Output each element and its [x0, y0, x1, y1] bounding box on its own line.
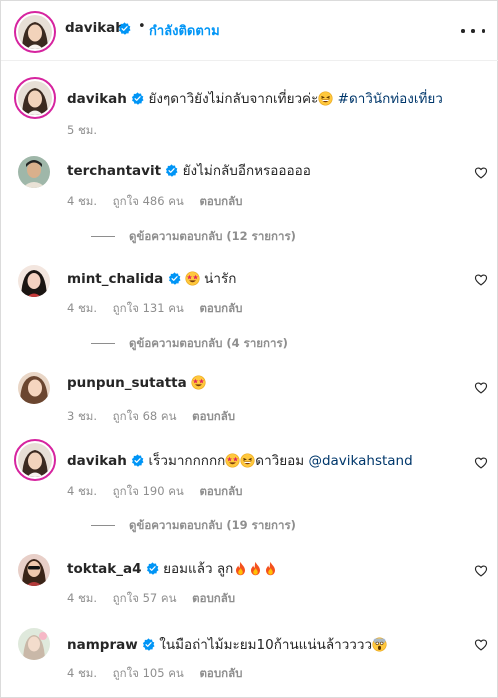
grinning-emoji-icon — [240, 453, 255, 468]
profile-photo-icon — [18, 372, 50, 404]
verified-badge-icon — [118, 22, 131, 35]
comment-text: ในมือถ่าไม้มะยม10ก้านแน่นล้าวววว — [159, 637, 373, 653]
comment-meta: 4 ชม. ถูกใจ 105 คน ตอบกลับ — [67, 665, 242, 683]
profile-photo-icon — [18, 628, 50, 660]
reply-button[interactable]: ตอบกลับ — [199, 484, 242, 498]
profile-photo-icon — [18, 156, 50, 188]
comment-line: nampraw ในมือถ่าไม้มะยม10ก้านแน่นล้าวววว — [67, 633, 387, 655]
caption-hashtag[interactable]: #ดาวินักท่องเที่ยว — [338, 91, 443, 107]
verified-badge-icon — [146, 562, 159, 575]
heart-icon[interactable] — [474, 381, 488, 395]
avatar[interactable] — [14, 11, 56, 53]
reply-button[interactable]: ตอบกลับ — [192, 591, 235, 605]
comment-likes[interactable]: ถูกใจ 190 คน — [113, 484, 184, 498]
comment-likes[interactable]: ถูกใจ 486 คน — [113, 194, 184, 208]
verified-badge-icon — [142, 638, 155, 651]
comment-meta: 4 ชม. ถูกใจ 486 คน ตอบกลับ — [67, 193, 242, 211]
comment-avatar[interactable] — [18, 628, 50, 660]
view-replies-button[interactable]: ดูข้อความตอบกลับ (4 รายการ) — [91, 335, 288, 353]
reply-button[interactable]: ตอบกลับ — [192, 409, 235, 423]
more-horizontal-icon[interactable] — [461, 21, 485, 41]
profile-photo-icon — [18, 554, 50, 586]
comment-username[interactable]: mint_chalida — [67, 271, 163, 287]
comment-username[interactable]: punpun_sutatta — [67, 375, 187, 391]
comment-username[interactable]: terchantavit — [67, 163, 161, 179]
comment-time: 4 ชม. — [67, 484, 98, 498]
heart-icon[interactable] — [474, 564, 488, 578]
profile-photo-icon — [18, 81, 52, 115]
comment-text: น่ารัก — [204, 271, 237, 287]
comment-likes[interactable]: ถูกใจ 68 คน — [113, 409, 177, 423]
comment-username[interactable]: davikah — [67, 453, 127, 469]
post-header: davikah • กำลังติดตาม — [1, 1, 498, 61]
comment-line: mint_chalida น่ารัก — [67, 267, 236, 289]
star-struck-emoji-icon — [225, 453, 240, 468]
post-comments-panel: davikah • กำลังติดตาม davikah ยังๆดาวิยั… — [0, 0, 498, 698]
caption-avatar[interactable] — [14, 77, 56, 119]
comment-time: 4 ชม. — [67, 666, 98, 680]
comment-line: terchantavit ยังไม่กลับอีกหรอออออ — [67, 159, 311, 181]
comment-likes[interactable]: ถูกใจ 57 คน — [113, 591, 177, 605]
heart-icon[interactable] — [474, 166, 488, 180]
verified-badge-icon — [131, 92, 144, 105]
caption-time: 5 ชม. — [67, 123, 98, 137]
profile-photo-icon — [18, 443, 52, 477]
comment-avatar[interactable] — [14, 439, 56, 481]
comment-meta: 4 ชม. ถูกใจ 190 คน ตอบกลับ — [67, 483, 242, 501]
verified-badge-icon — [168, 272, 181, 285]
comment-line: punpun_sutatta — [67, 375, 206, 391]
following-button[interactable]: กำลังติดตาม — [149, 20, 220, 41]
verified-badge-icon — [165, 164, 178, 177]
divider-line — [91, 236, 115, 237]
comment-username[interactable]: toktak_a4 — [67, 561, 142, 577]
comment-meta: 4 ชม. ถูกใจ 57 คน ตอบกลับ — [67, 590, 235, 608]
reply-button[interactable]: ตอบกลับ — [199, 666, 242, 680]
fire-emoji-icon — [263, 561, 278, 576]
comment-avatar[interactable] — [18, 372, 50, 404]
caption-username[interactable]: davikah — [67, 91, 127, 107]
comment-avatar[interactable] — [18, 265, 50, 297]
comment-time: 4 ชม. — [67, 591, 98, 605]
fire-emoji-icon — [248, 561, 263, 576]
divider-line — [91, 525, 115, 526]
grinning-emoji-icon — [318, 91, 333, 106]
star-struck-emoji-icon — [185, 271, 200, 286]
view-replies-button[interactable]: ดูข้อความตอบกลับ (19 รายการ) — [91, 517, 296, 535]
comment-meta: 3 ชม. ถูกใจ 68 คน ตอบกลับ — [67, 408, 235, 426]
comment-time: 3 ชม. — [67, 409, 98, 423]
comment-time: 4 ชม. — [67, 301, 98, 315]
comment-username[interactable]: nampraw — [67, 637, 138, 653]
header-separator: • — [138, 19, 146, 34]
star-struck-emoji-icon — [191, 375, 206, 390]
comment-likes[interactable]: ถูกใจ 105 คน — [113, 666, 184, 680]
comment-line: toktak_a4 ยอมแล้ว ลูก — [67, 557, 278, 579]
fire-emoji-icon — [233, 561, 248, 576]
reply-button[interactable]: ตอบกลับ — [199, 194, 242, 208]
caption-text: ยังๆดาวิยังไม่กลับจากเที่ยวค่ะ — [148, 91, 319, 107]
comment-text: ยอมแล้ว ลูก — [163, 561, 234, 577]
caption-line: davikah ยังๆดาวิยังไม่กลับจากเที่ยวค่ะ #… — [67, 87, 443, 109]
comment-likes[interactable]: ถูกใจ 131 คน — [113, 301, 184, 315]
comment-time: 4 ชม. — [67, 194, 98, 208]
heart-icon[interactable] — [474, 456, 488, 470]
comment-text: ยังไม่กลับอีกหรอออออ — [182, 163, 311, 179]
comment-text-2: ดาวิยอม — [255, 453, 305, 469]
header-username[interactable]: davikah — [65, 20, 125, 36]
comment-line: davikah เร็วมากกกกก ดาวิยอม @davikahstand — [67, 449, 413, 471]
mention-link[interactable]: @davikahstand — [308, 453, 412, 469]
verified-badge-icon — [131, 454, 144, 467]
reply-button[interactable]: ตอบกลับ — [199, 301, 242, 315]
comment-text: เร็วมากกกกก — [148, 453, 226, 469]
profile-photo-icon — [18, 265, 50, 297]
profile-photo-icon — [18, 15, 52, 49]
heart-icon[interactable] — [474, 638, 488, 652]
comment-avatar[interactable] — [18, 156, 50, 188]
comment-avatar[interactable] — [18, 554, 50, 586]
screaming-emoji-icon — [372, 637, 387, 652]
divider-line — [91, 343, 115, 344]
comment-meta: 4 ชม. ถูกใจ 131 คน ตอบกลับ — [67, 300, 242, 318]
heart-icon[interactable] — [474, 273, 488, 287]
view-replies-button[interactable]: ดูข้อความตอบกลับ (12 รายการ) — [91, 228, 296, 246]
